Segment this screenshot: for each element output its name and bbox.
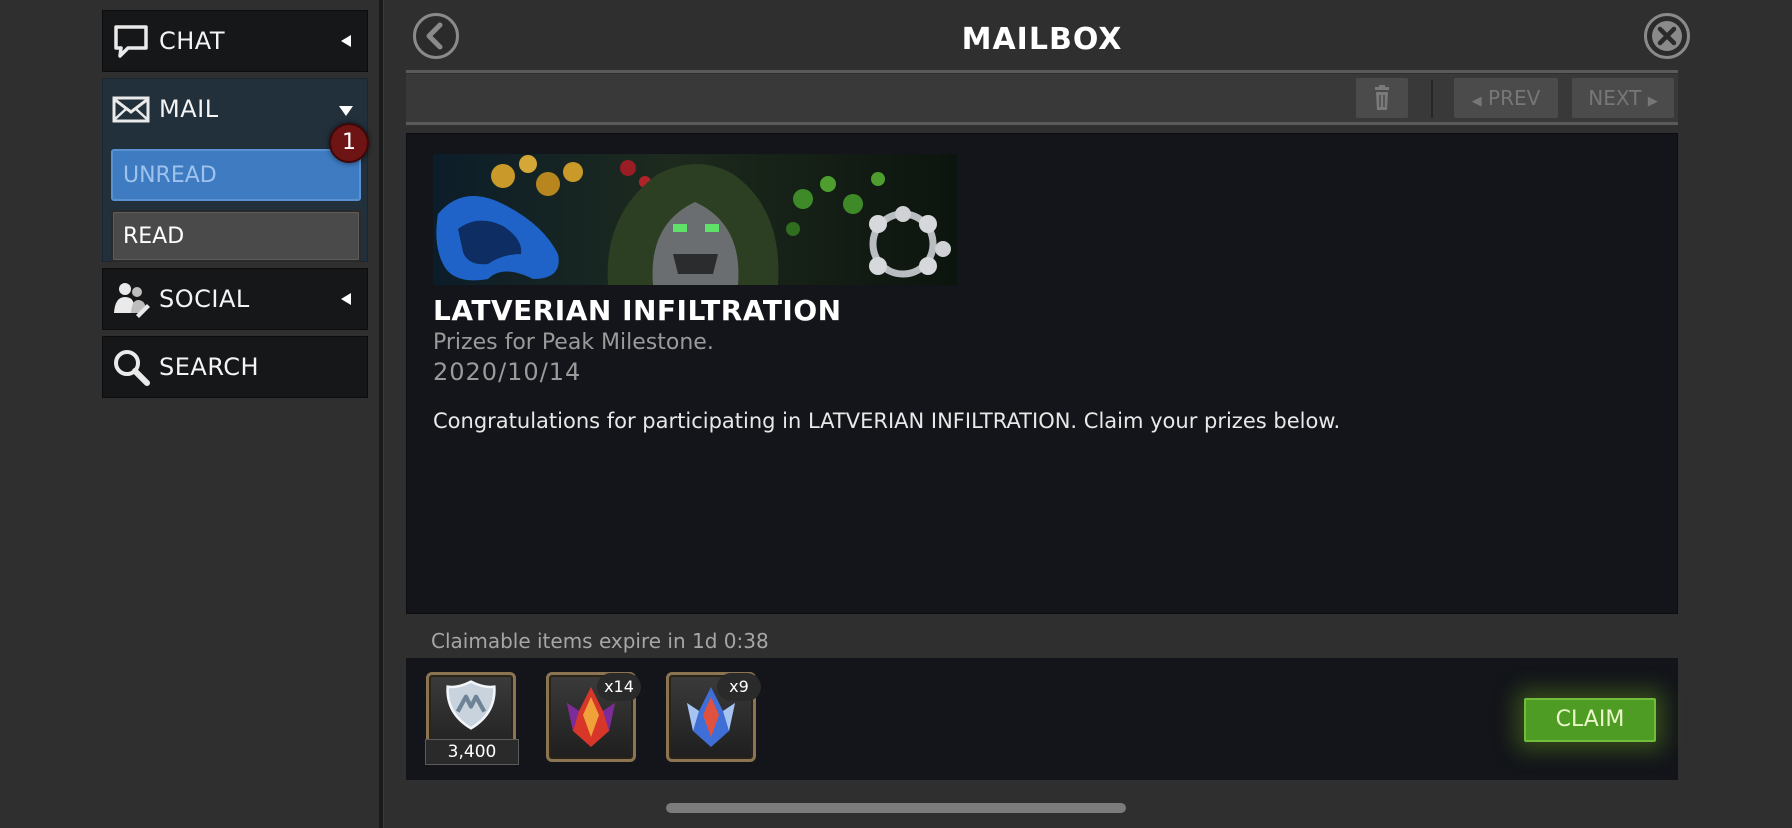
- sidebar-item-search[interactable]: SEARCH: [102, 336, 368, 398]
- sidebar-item-label: SOCIAL: [159, 285, 250, 313]
- sidebar-item-social[interactable]: SOCIAL: [102, 268, 368, 330]
- sidebar-item-label: CHAT: [159, 27, 226, 55]
- mail-filter-unread-label: UNREAD: [123, 163, 217, 188]
- mail-filter-read[interactable]: READ: [111, 210, 361, 262]
- shield-badge-icon: [446, 680, 496, 730]
- toolbar-rule: [406, 122, 1678, 125]
- close-button[interactable]: [1644, 13, 1690, 59]
- caret-down-icon: [339, 106, 353, 116]
- next-button[interactable]: NEXT ▶: [1572, 78, 1674, 118]
- sidebar-item-label: SEARCH: [159, 353, 260, 381]
- message-panel: LATVERIAN INFILTRATION Prizes for Peak M…: [406, 133, 1678, 614]
- pane-divider: [379, 0, 384, 828]
- event-banner-image: [433, 154, 957, 285]
- sidebar-item-label: MAIL: [159, 95, 219, 123]
- unread-count-badge: 1: [329, 123, 369, 163]
- trash-icon: [1375, 85, 1389, 110]
- rewards-bar: 3,400 x14 x9 CLAIM: [406, 658, 1678, 780]
- reward-item[interactable]: x14: [546, 672, 641, 762]
- next-label: NEXT: [1588, 86, 1642, 110]
- prev-button[interactable]: ◀ PREV: [1454, 78, 1558, 118]
- speech-bubble-icon: [114, 25, 148, 58]
- event-banner-art: [433, 154, 957, 285]
- reward-item[interactable]: 3,400: [425, 672, 519, 765]
- mail-toolbar: ◀ PREV NEXT ▶: [406, 74, 1678, 122]
- envelope-icon: [112, 96, 150, 123]
- header-rule: [406, 70, 1678, 73]
- mail-filter-unread[interactable]: UNREAD: [111, 149, 361, 201]
- message-date: 2020/10/14: [433, 358, 582, 386]
- page-title: MAILBOX: [961, 22, 1123, 57]
- claim-button[interactable]: CLAIM: [1524, 698, 1656, 742]
- triangle-right-icon: ▶: [1647, 94, 1658, 109]
- close-icon: [1652, 21, 1682, 51]
- prev-label: PREV: [1488, 86, 1541, 110]
- horizontal-scrollbar[interactable]: [666, 803, 1126, 813]
- caret-left-icon: [341, 35, 351, 47]
- message-subtitle: Prizes for Peak Milestone.: [433, 330, 714, 355]
- reward-item[interactable]: x9: [666, 672, 761, 762]
- message-title: LATVERIAN INFILTRATION: [433, 294, 842, 327]
- people-icon: [114, 283, 150, 318]
- message-body: Congratulations for participating in LAT…: [433, 409, 1341, 433]
- sidebar-group-mail: MAIL UNREAD 1 READ: [102, 78, 369, 262]
- caret-left-icon: [341, 293, 351, 305]
- magnifier-icon: [114, 350, 150, 386]
- reward-count: 3,400: [425, 739, 519, 765]
- delete-button[interactable]: [1356, 78, 1408, 118]
- mail-filter-read-label: READ: [123, 224, 185, 249]
- toolbar-separator: [1431, 80, 1433, 118]
- reward-multiplier: x14: [597, 673, 641, 701]
- sidebar-item-chat[interactable]: CHAT: [102, 10, 368, 72]
- expire-notice: Claimable items expire in 1d 0:38: [431, 629, 769, 653]
- sidebar-item-mail[interactable]: MAIL: [103, 79, 367, 139]
- reward-multiplier: x9: [717, 673, 761, 701]
- triangle-left-icon: ◀: [1471, 94, 1482, 109]
